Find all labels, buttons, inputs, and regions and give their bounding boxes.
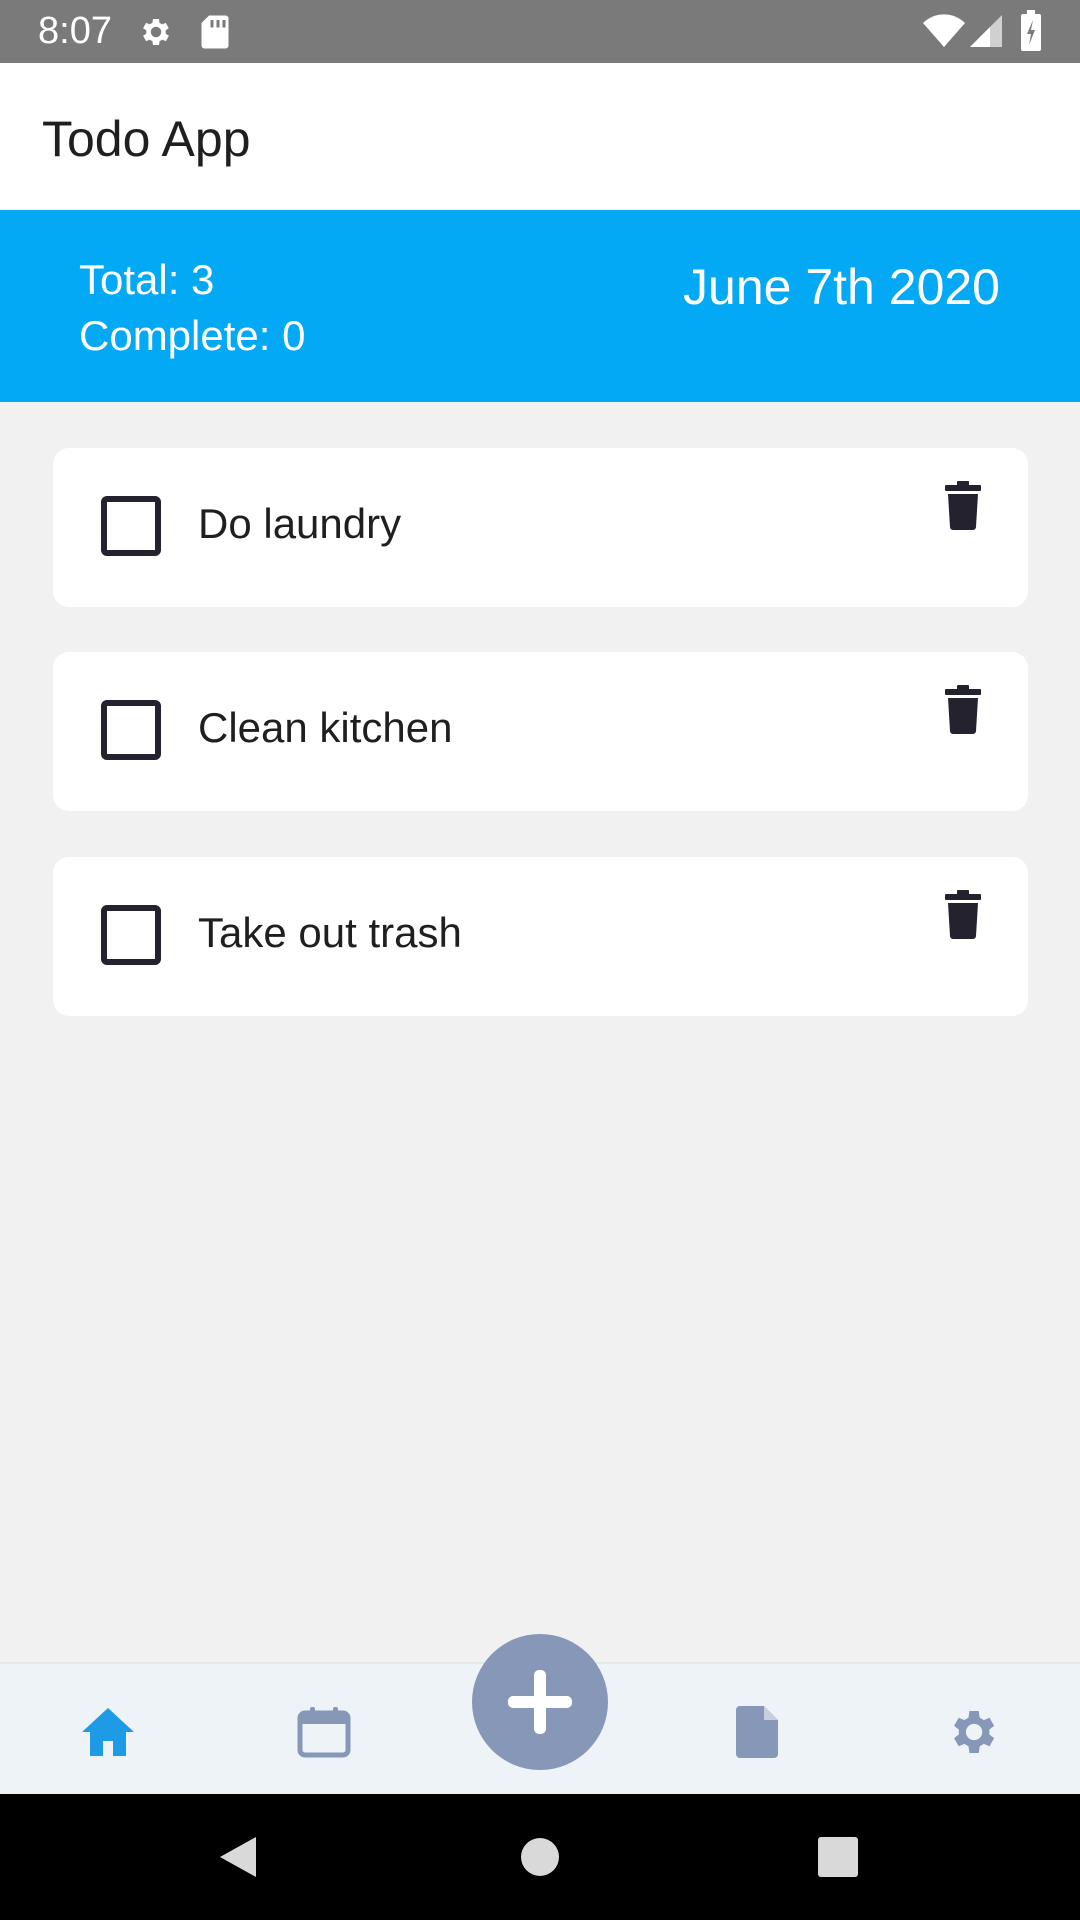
todo-checkbox[interactable] (101, 496, 161, 556)
gear-icon (143, 18, 169, 46)
status-time: 8:07 (38, 10, 112, 52)
status-bar: 8:07 (0, 0, 1080, 63)
complete-count: Complete: 0 (79, 312, 306, 359)
add-icon (508, 1670, 572, 1734)
recents-icon[interactable] (813, 1832, 863, 1882)
summary-banner: Total: 3 Complete: 0 June 7th 2020 (0, 210, 1080, 402)
trash-icon[interactable] (943, 684, 983, 734)
todo-label: Take out trash (198, 909, 462, 956)
battery-icon (1021, 10, 1041, 51)
todo-label: Clean kitchen (198, 704, 453, 751)
app-bar: Todo App (0, 63, 1080, 210)
trash-icon[interactable] (943, 480, 983, 530)
home-circle-icon[interactable] (515, 1832, 565, 1882)
home-icon[interactable] (80, 1704, 136, 1760)
todo-label: Do laundry (198, 500, 402, 547)
document-icon[interactable] (730, 1704, 786, 1760)
calendar-icon[interactable] (296, 1704, 352, 1760)
signal-icon (970, 15, 1002, 47)
todo-item: Do laundry (53, 448, 1028, 607)
wifi-icon (923, 14, 965, 47)
back-icon[interactable] (214, 1832, 264, 1882)
sd-card-icon (201, 15, 229, 49)
todo-checkbox[interactable] (101, 700, 161, 760)
todo-item: Clean kitchen (53, 652, 1028, 811)
add-button[interactable] (472, 1634, 608, 1770)
todo-item: Take out trash (53, 857, 1028, 1016)
total-count: Total: 3 (79, 256, 215, 303)
page-title: Todo App (42, 111, 251, 167)
current-date: June 7th 2020 (683, 259, 1000, 315)
system-nav-bar (0, 1794, 1080, 1920)
todo-checkbox[interactable] (101, 905, 161, 965)
trash-icon[interactable] (943, 889, 983, 939)
settings-icon[interactable] (944, 1704, 1000, 1760)
